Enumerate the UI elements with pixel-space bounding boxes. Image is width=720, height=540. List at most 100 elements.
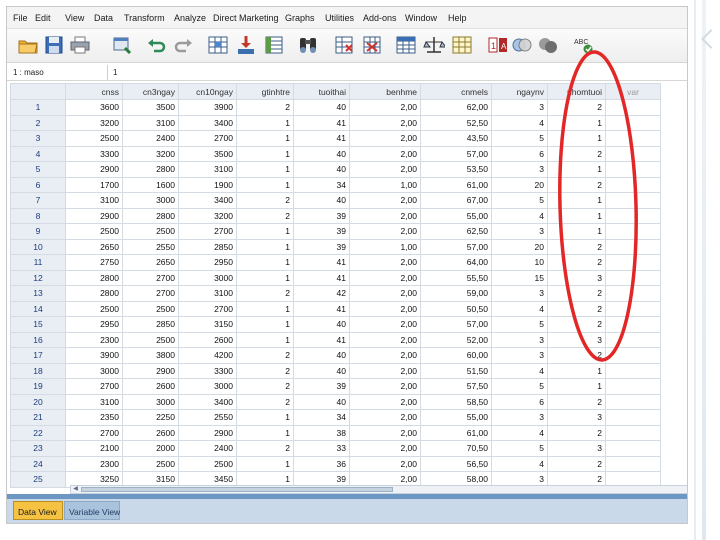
data-cell[interactable]: 62,50 <box>420 223 492 240</box>
data-cell[interactable]: 3300 <box>65 145 123 162</box>
empty-var-cell[interactable] <box>605 238 661 255</box>
data-cell[interactable]: 3400 <box>178 114 237 131</box>
data-cell[interactable]: 3 <box>547 409 606 426</box>
data-cell[interactable]: 39 <box>293 223 350 240</box>
data-cell[interactable]: 3100 <box>65 393 123 410</box>
empty-var-cell[interactable] <box>605 192 661 209</box>
data-cell[interactable]: 3300 <box>178 362 237 379</box>
data-cell[interactable]: 43,50 <box>420 130 492 147</box>
data-cell[interactable]: 2 <box>547 455 606 472</box>
data-cell[interactable]: 15 <box>491 269 548 286</box>
data-cell[interactable]: 5 <box>491 440 548 457</box>
data-cell[interactable]: 5 <box>491 192 548 209</box>
column-header[interactable]: cn10ngay <box>178 83 237 100</box>
select-cases-icon[interactable] <box>451 34 473 56</box>
data-cell[interactable]: 4 <box>491 300 548 317</box>
data-cell[interactable]: 1 <box>236 316 294 333</box>
goto-case-icon[interactable] <box>207 34 229 56</box>
data-cell[interactable]: 5 <box>491 130 548 147</box>
data-cell[interactable]: 51,50 <box>420 362 492 379</box>
data-cell[interactable]: 40 <box>293 393 350 410</box>
data-cell[interactable]: 1 <box>236 130 294 147</box>
value-labels-icon[interactable]: 1A <box>487 34 509 56</box>
data-cell[interactable]: 2,00 <box>349 424 421 441</box>
data-cell[interactable]: 40 <box>293 316 350 333</box>
use-sets-icon[interactable] <box>511 34 533 56</box>
row-number-cell[interactable]: 14 <box>10 300 66 317</box>
data-cell[interactable]: 2700 <box>178 223 237 240</box>
data-cell[interactable]: 2,00 <box>349 440 421 457</box>
data-cell[interactable]: 57,00 <box>420 145 492 162</box>
show-all-variables-icon[interactable] <box>537 34 559 56</box>
empty-var-cell[interactable] <box>605 362 661 379</box>
data-cell[interactable]: 3900 <box>178 99 237 116</box>
data-cell[interactable]: 2,00 <box>349 269 421 286</box>
data-cell[interactable]: 2 <box>547 254 606 271</box>
data-cell[interactable]: 2,00 <box>349 130 421 147</box>
data-cell[interactable]: 20 <box>491 238 548 255</box>
menu-direct-marketing[interactable]: Direct Marketing <box>213 13 279 23</box>
data-cell[interactable]: 2 <box>547 316 606 333</box>
data-cell[interactable]: 41 <box>293 114 350 131</box>
data-cell[interactable]: 3200 <box>65 114 123 131</box>
data-cell[interactable]: 2 <box>236 207 294 224</box>
data-cell[interactable]: 2 <box>547 393 606 410</box>
data-cell[interactable]: 2,00 <box>349 285 421 302</box>
data-cell[interactable]: 2700 <box>65 424 123 441</box>
data-cell[interactable]: 39 <box>293 207 350 224</box>
data-cell[interactable]: 41 <box>293 254 350 271</box>
empty-var-cell[interactable] <box>605 455 661 472</box>
row-number-cell[interactable]: 15 <box>10 316 66 333</box>
data-cell[interactable]: 1 <box>236 223 294 240</box>
row-number-cell[interactable]: 7 <box>10 192 66 209</box>
data-cell[interactable]: 2900 <box>178 424 237 441</box>
row-number-cell[interactable]: 23 <box>10 440 66 457</box>
menu-graphs[interactable]: Graphs <box>285 13 315 23</box>
data-cell[interactable]: 70,50 <box>420 440 492 457</box>
data-cell[interactable]: 4 <box>491 362 548 379</box>
data-cell[interactable]: 3500 <box>178 145 237 162</box>
save-icon[interactable] <box>43 34 65 56</box>
data-cell[interactable]: 57,50 <box>420 378 492 395</box>
data-cell[interactable]: 3900 <box>65 347 123 364</box>
data-cell[interactable]: 2 <box>236 362 294 379</box>
column-header[interactable]: benhme <box>349 83 421 100</box>
scroll-left-icon[interactable]: ◀ <box>71 486 80 493</box>
data-cell[interactable]: 3000 <box>178 269 237 286</box>
menu-utilities[interactable]: Utilities <box>325 13 354 23</box>
column-header[interactable]: var <box>605 83 661 100</box>
data-cell[interactable]: 2500 <box>65 130 123 147</box>
data-cell[interactable]: 33 <box>293 440 350 457</box>
data-cell[interactable]: 3100 <box>122 114 179 131</box>
data-cell[interactable]: 34 <box>293 409 350 426</box>
data-cell[interactable]: 1700 <box>65 176 123 193</box>
data-cell[interactable]: 58,50 <box>420 393 492 410</box>
empty-var-cell[interactable] <box>605 331 661 348</box>
empty-var-cell[interactable] <box>605 440 661 457</box>
data-cell[interactable]: 1,00 <box>349 176 421 193</box>
data-cell[interactable]: 4 <box>491 114 548 131</box>
data-cell[interactable]: 3150 <box>178 316 237 333</box>
empty-var-cell[interactable] <box>605 145 661 162</box>
menu-addons[interactable]: Add-ons <box>363 13 397 23</box>
data-cell[interactable]: 3400 <box>178 393 237 410</box>
data-cell[interactable]: 1 <box>236 145 294 162</box>
data-cell[interactable]: 55,00 <box>420 207 492 224</box>
data-cell[interactable]: 1 <box>236 238 294 255</box>
data-cell[interactable]: 2650 <box>65 238 123 255</box>
data-cell[interactable]: 2700 <box>178 130 237 147</box>
data-cell[interactable]: 2950 <box>178 254 237 271</box>
empty-var-cell[interactable] <box>605 207 661 224</box>
tab-variable-view[interactable]: Variable View <box>64 501 120 520</box>
data-cell[interactable]: 2800 <box>65 269 123 286</box>
data-cell[interactable]: 2,00 <box>349 207 421 224</box>
data-cell[interactable]: 1 <box>547 114 606 131</box>
data-cell[interactable]: 10 <box>491 254 548 271</box>
data-cell[interactable]: 2,00 <box>349 378 421 395</box>
data-cell[interactable]: 3 <box>491 409 548 426</box>
data-cell[interactable]: 3100 <box>178 161 237 178</box>
data-cell[interactable]: 2700 <box>122 269 179 286</box>
spell-check-icon[interactable]: ABC <box>573 34 595 56</box>
data-cell[interactable]: 2,00 <box>349 393 421 410</box>
data-cell[interactable]: 3400 <box>178 192 237 209</box>
